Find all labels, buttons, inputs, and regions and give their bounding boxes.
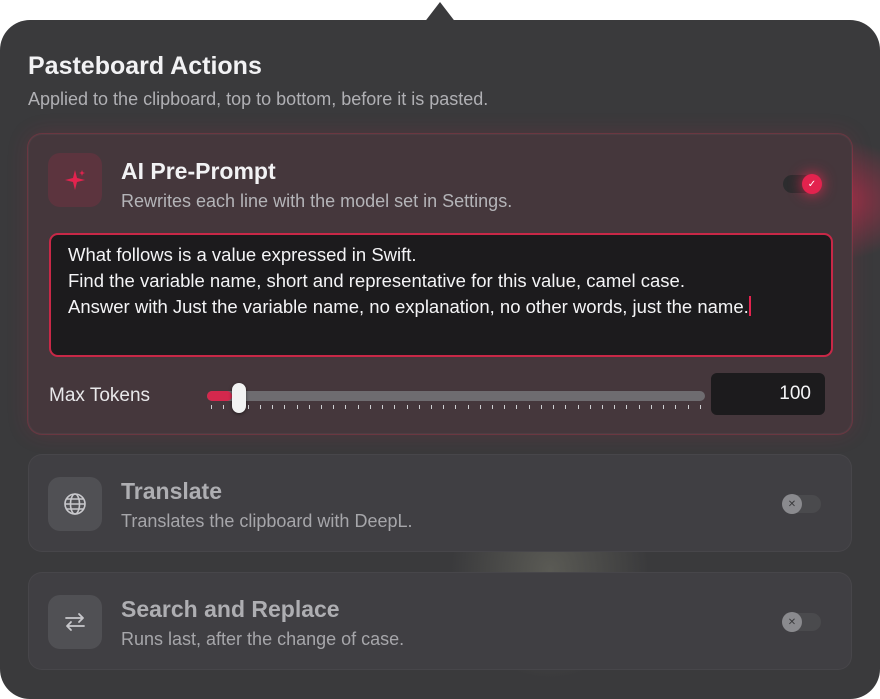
arrows-swap-icon <box>48 595 102 649</box>
action-description: Translates the clipboard with DeepL. <box>121 511 413 531</box>
prompt-line-text: Answer with Just the variable name, no e… <box>68 296 749 317</box>
search-and-replace-toggle[interactable]: ✕ <box>782 612 821 632</box>
prompt-line: Answer with Just the variable name, no e… <box>68 294 814 320</box>
page-subtitle: Applied to the clipboard, top to bottom,… <box>28 89 489 109</box>
slider-tick <box>540 405 542 409</box>
action-card-search-and-replace: Search and Replace Runs last, after the … <box>28 572 852 670</box>
slider-tick <box>577 405 579 409</box>
pre-prompt-textarea[interactable]: What follows is a value expressed in Swi… <box>49 233 833 357</box>
slider-tick <box>382 405 384 409</box>
cross-icon: ✕ <box>787 616 797 628</box>
slider-tick <box>492 405 494 409</box>
max-tokens-slider-thumb[interactable] <box>232 383 246 413</box>
slider-tick <box>699 405 701 409</box>
slider-tick <box>467 405 469 409</box>
ai-pre-prompt-toggle[interactable]: ✓ <box>783 174 822 194</box>
slider-tick <box>223 405 225 409</box>
toggle-knob: ✕ <box>782 612 802 632</box>
max-tokens-label: Max Tokens <box>49 385 151 406</box>
slider-tick <box>638 405 640 409</box>
slider-tick <box>650 405 652 409</box>
action-title: Search and Replace <box>121 596 340 622</box>
globe-icon <box>48 477 102 531</box>
slider-tick <box>369 405 371 409</box>
action-description: Rewrites each line with the model set in… <box>121 191 513 211</box>
slider-tick <box>394 405 396 409</box>
slider-tick <box>259 405 261 409</box>
slider-tick <box>516 405 518 409</box>
slider-tick <box>247 405 249 409</box>
slider-tick <box>211 405 212 409</box>
slider-tick <box>589 405 591 409</box>
slider-tick <box>626 405 628 409</box>
slider-tick <box>345 405 347 409</box>
toggle-knob: ✓ <box>802 174 822 194</box>
slider-tick <box>614 405 616 409</box>
slider-tick <box>553 405 555 409</box>
pasteboard-actions-popover: Pasteboard Actions Applied to the clipbo… <box>0 20 880 699</box>
text-caret <box>748 296 751 316</box>
slider-tick <box>272 405 274 409</box>
slider-tick <box>357 405 359 409</box>
translate-toggle[interactable]: ✕ <box>782 494 821 514</box>
slider-tick <box>430 405 432 409</box>
prompt-line: What follows is a value expressed in Swi… <box>68 244 417 265</box>
slider-tick <box>455 405 457 409</box>
slider-tick <box>663 405 665 409</box>
checkmark-icon: ✓ <box>807 178 817 190</box>
action-card-ai-pre-prompt: AI Pre-Prompt Rewrites each line with th… <box>28 134 852 434</box>
slider-tick <box>296 405 298 409</box>
prompt-line: Find the variable name, short and repres… <box>68 270 685 291</box>
slider-tick <box>528 405 530 409</box>
cross-icon: ✕ <box>787 498 797 510</box>
slider-tick <box>418 405 420 409</box>
max-tokens-field[interactable]: 100 <box>711 373 825 415</box>
slider-tick <box>320 405 322 409</box>
action-description: Runs last, after the change of case. <box>121 629 405 649</box>
slider-tick <box>565 405 567 409</box>
toggle-knob: ✕ <box>782 494 802 514</box>
action-title: AI Pre-Prompt <box>121 158 276 184</box>
slider-tick <box>308 405 310 409</box>
slider-tick <box>687 405 689 409</box>
slider-tick <box>333 405 335 409</box>
max-tokens-slider-track[interactable] <box>207 391 705 401</box>
slider-tick <box>602 405 603 409</box>
max-tokens-slider-fill <box>207 391 232 401</box>
slider-tick <box>443 405 445 409</box>
action-title: Translate <box>121 478 222 504</box>
page-title: Pasteboard Actions <box>28 52 262 80</box>
slider-tick <box>479 405 481 409</box>
slider-tick <box>284 405 286 409</box>
slider-ticks <box>211 405 701 409</box>
slider-tick <box>675 405 677 409</box>
slider-tick <box>504 405 506 409</box>
sparkle-icon <box>48 153 102 207</box>
slider-tick <box>406 405 408 409</box>
action-card-translate: Translate Translates the clipboard with … <box>28 454 852 552</box>
